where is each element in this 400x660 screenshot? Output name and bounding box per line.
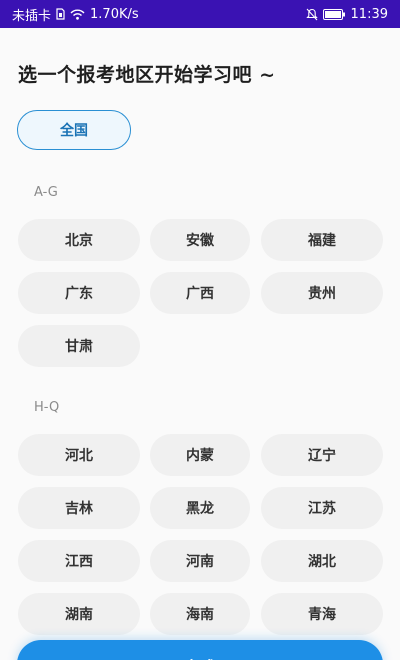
mute-bell-icon xyxy=(305,8,318,21)
region-chip[interactable]: 江苏 xyxy=(261,487,383,529)
region-chip[interactable]: 海南 xyxy=(150,593,250,635)
region-chip[interactable]: 黑龙 xyxy=(150,487,250,529)
carrier-text: 未插卡 xyxy=(12,8,52,24)
region-chip[interactable]: 广东 xyxy=(18,272,140,314)
region-chip[interactable]: 河南 xyxy=(150,540,250,582)
region-chip[interactable]: 甘肃 xyxy=(18,325,140,367)
region-chip[interactable]: 江西 xyxy=(18,540,140,582)
region-chip[interactable]: 湖北 xyxy=(261,540,383,582)
battery-icon xyxy=(322,8,346,20)
region-chip[interactable]: 吉林 xyxy=(18,487,140,529)
status-time: 11:39 xyxy=(350,6,388,22)
region-chip[interactable]: 安徽 xyxy=(150,219,250,261)
region-chip[interactable]: 湖南 xyxy=(18,593,140,635)
region-chip[interactable]: 贵州 xyxy=(261,272,383,314)
region-chip[interactable]: 河北 xyxy=(18,434,140,476)
nationwide-button[interactable]: 全国 xyxy=(17,110,131,150)
region-chip[interactable]: 北京 xyxy=(18,219,140,261)
page-title: 选一个报考地区开始学习吧 ~ xyxy=(18,64,276,86)
wifi-icon xyxy=(70,9,85,20)
done-button[interactable]: 完成 xyxy=(17,640,383,660)
section-label-h-q: H-Q xyxy=(34,400,60,415)
status-bar-left: 未插卡 1.70K/s xyxy=(12,5,139,24)
region-chip[interactable]: 福建 xyxy=(261,219,383,261)
status-bar-right: 11:39 xyxy=(305,6,388,22)
region-chip[interactable]: 广西 xyxy=(150,272,250,314)
region-chip[interactable]: 辽宁 xyxy=(261,434,383,476)
region-chip[interactable]: 内蒙 xyxy=(150,434,250,476)
status-bar: 未插卡 1.70K/s 11:39 xyxy=(0,0,400,28)
sim-icon xyxy=(56,8,65,20)
region-picker-screen: 选一个报考地区开始学习吧 ~ 全国 A-G 北京 安徽 福建 广东 广西 贵州 … xyxy=(0,28,400,660)
network-speed: 1.70K/s xyxy=(90,6,139,22)
region-chip[interactable]: 青海 xyxy=(261,593,383,635)
section-label-a-g: A-G xyxy=(34,185,58,200)
